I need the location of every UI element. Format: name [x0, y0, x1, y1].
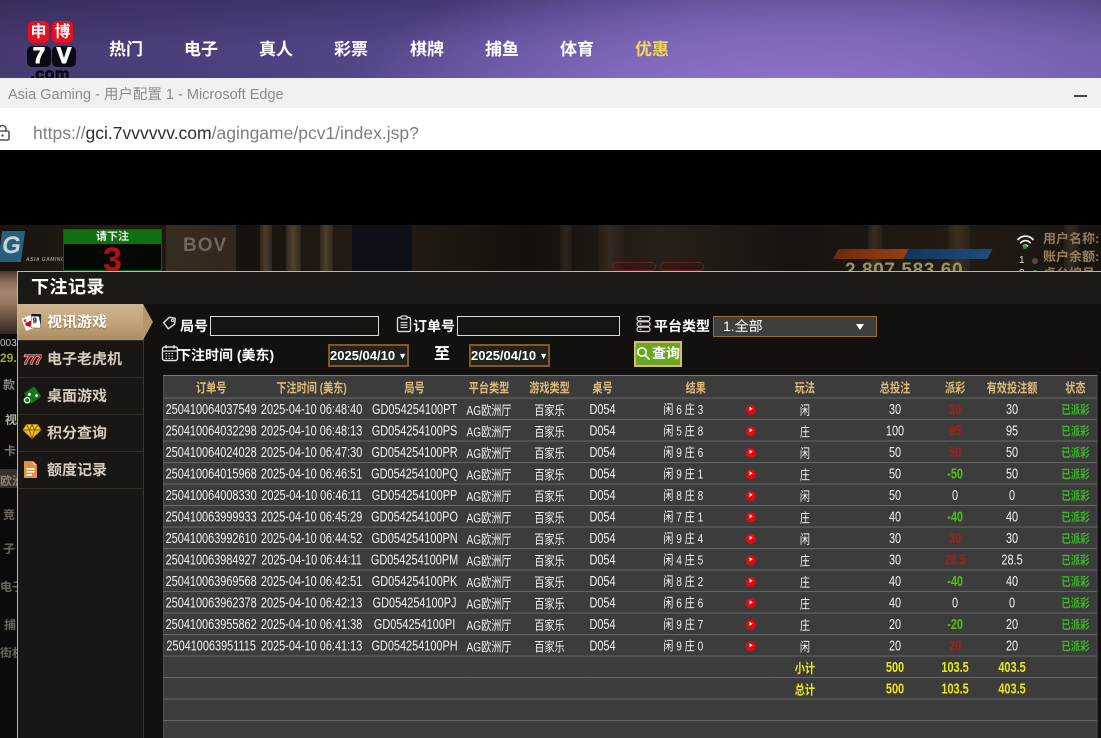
- svg-text:777: 777: [22, 352, 42, 367]
- svg-text:9: 9: [33, 315, 37, 324]
